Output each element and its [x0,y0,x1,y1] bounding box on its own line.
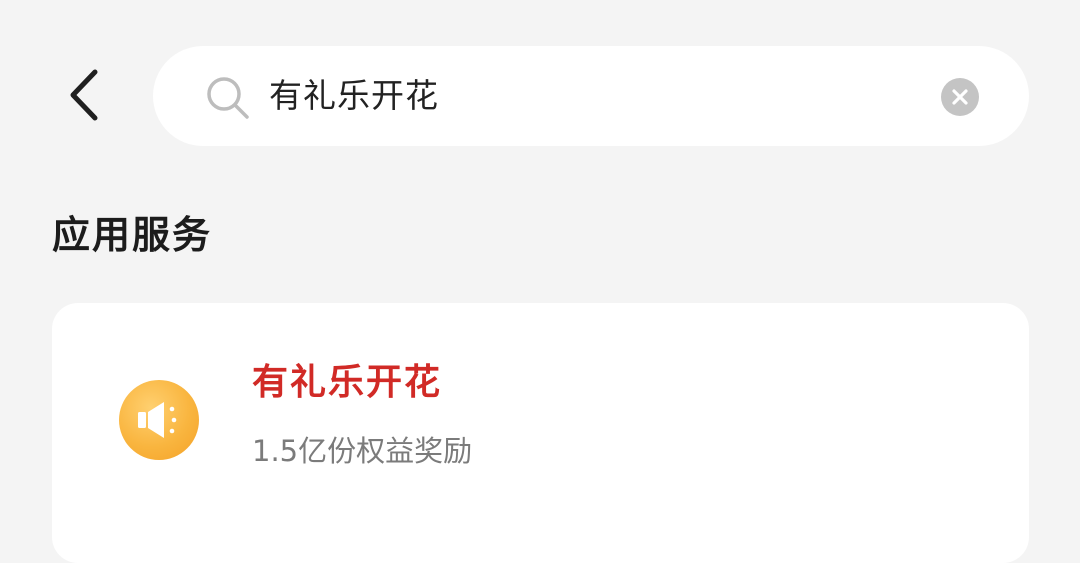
section-title: 应用服务 [52,213,213,257]
back-button[interactable] [52,62,118,128]
megaphone-icon [119,380,199,460]
chevron-left-icon [70,69,98,121]
result-description: 1.5亿份权益奖励 [252,434,473,468]
clear-search-button[interactable] [941,78,979,116]
result-card[interactable]: 有礼乐开花 1.5亿份权益奖励 [52,303,1029,563]
result-title: 有礼乐开花 [252,362,443,403]
search-input[interactable]: 有礼乐开花 [269,66,439,126]
clear-icon [952,89,968,105]
search-bar[interactable]: 有礼乐开花 [153,46,1029,146]
search-icon [207,77,249,119]
